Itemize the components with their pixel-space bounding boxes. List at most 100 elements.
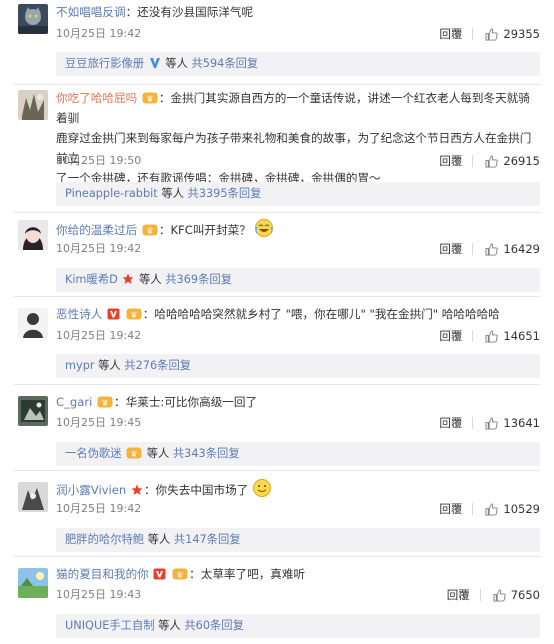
verified-v-icon (149, 57, 161, 69)
comment-text: 你吃了哈哈屁吗 ♛ ：金拱门其实源自西方的一个童话传说，讲述一个红衣老人每到冬天就… (56, 88, 540, 188)
divider (14, 556, 540, 557)
reply-count-link[interactable]: 共60条回复 (184, 619, 244, 632)
reply-summary: Pineapple-rabbit 等人 共3395条回复 (56, 182, 540, 206)
like-button[interactable]: 29355 (485, 25, 540, 43)
reply-summary: 一名伪歌迷 ♛ 等人 共343条回复 (56, 442, 540, 466)
reply-button[interactable]: 回覆 (439, 414, 462, 432)
comment-item: 润小露Vivien ：你失去中国市场了 10月25日 19:42 回覆 1052… (0, 472, 554, 554)
avatar[interactable] (18, 568, 48, 598)
comment-item: C_gari ♛ ：华莱士:可比你高级一回了 10月25日 19:45 回覆 13… (0, 386, 554, 468)
reply-button[interactable]: 回覆 (439, 152, 462, 170)
avatar[interactable] (18, 396, 48, 426)
username-link[interactable]: 不如唱唱反调 (56, 5, 126, 19)
reply-mid-text: 等人 (154, 619, 185, 632)
reply-count-link[interactable]: 共369条回复 (165, 273, 232, 286)
username-link[interactable]: 你给的温柔过后 (56, 223, 137, 237)
reply-button[interactable]: 回覆 (447, 586, 470, 604)
reply-mid-text: 等人 (161, 57, 192, 70)
divider (472, 417, 474, 429)
reply-username[interactable]: 一名伪歌迷 (65, 447, 122, 460)
comment-actions: 回覆 10529 (439, 500, 540, 518)
comment-content: ：还没有沙县国际洋气呢 (125, 5, 254, 19)
divider (479, 589, 481, 601)
reply-count-link[interactable]: 共343条回复 (173, 447, 240, 460)
divider (14, 470, 540, 471)
like-button[interactable]: 26915 (485, 152, 540, 170)
like-count: 7650 (510, 588, 540, 602)
like-count: 16429 (503, 242, 540, 256)
comment-actions: 回覆 7650 (447, 586, 540, 604)
reply-username[interactable]: 肥胖的哈尔特鲍 (65, 533, 144, 546)
like-button[interactable]: 7650 (493, 586, 540, 604)
avatar[interactable] (18, 482, 48, 512)
reply-username[interactable]: mypr (65, 359, 95, 372)
comment-content: ：KFC叫开封菜？ (158, 223, 251, 237)
like-button[interactable]: 10529 (485, 500, 540, 518)
like-count: 29355 (503, 27, 540, 41)
svg-text:♛: ♛ (146, 227, 153, 236)
comment-text: C_gari ♛ ：华莱士:可比你高级一回了 (56, 392, 540, 412)
svg-text:♛: ♛ (146, 95, 153, 104)
reply-count-link[interactable]: 共147条回复 (174, 533, 241, 546)
reply-summary: 肥胖的哈尔特鲍 等人 共147条回复 (56, 528, 540, 552)
comment-meta: 10月25日 19:45 回覆 13641 (56, 414, 540, 432)
like-count: 26915 (503, 154, 540, 168)
comment-meta: 10月25日 19:42 回覆 29355 (56, 25, 540, 43)
timestamp: 10月25日 19:43 (56, 588, 142, 601)
divider (472, 330, 474, 342)
reply-summary: UNIQUE手工自制 等人 共60条回复 (56, 614, 540, 638)
comment-content: ：你失去中国市场了 (143, 483, 249, 497)
timestamp: 10月25日 19:45 (56, 416, 142, 429)
like-button[interactable]: 14651 (485, 327, 540, 345)
vip-badge-icon: ♛ (97, 396, 113, 408)
svg-text:♛: ♛ (130, 311, 137, 320)
username-link[interactable]: 润小露Vivien (56, 483, 126, 497)
reply-mid-text: 等人 (157, 187, 188, 200)
avatar[interactable] (18, 308, 48, 338)
comment-meta: 10月25日 19:50 回覆 26915 (56, 152, 540, 170)
reply-button[interactable]: 回覆 (439, 327, 462, 345)
comment-meta: 10月25日 19:43 回覆 7650 (56, 586, 540, 604)
reply-username[interactable]: 豆豆旅行影像册 (65, 57, 144, 70)
comment-text: 恶性诗人 ♛ ：哈哈哈哈哈突然就乡村了 "喂，你在哪儿" "我在金拱门" 哈哈哈哈… (56, 304, 540, 324)
vip-badge-icon: ♛ (126, 308, 142, 320)
like-count: 10529 (503, 502, 540, 516)
divider (472, 243, 474, 255)
reply-mid-text: 等人 (144, 533, 174, 546)
comment-item: 你吃了哈哈屁吗 ♛ ：金拱门其实源自西方的一个童话传说，讲述一个红衣老人每到冬天就… (0, 86, 554, 208)
divider (472, 155, 474, 167)
reply-count-link[interactable]: 共276条回复 (124, 359, 191, 372)
verified-v-badge-icon (153, 568, 166, 580)
comment-content: ：太草率了吧，真难听 (189, 567, 306, 581)
comment-meta: 10月25日 19:42 回覆 16429 (56, 240, 540, 258)
like-button[interactable]: 16429 (485, 240, 540, 258)
avatar[interactable] (18, 220, 48, 250)
star-badge-icon (122, 273, 134, 285)
reply-button[interactable]: 回覆 (439, 240, 462, 258)
comment-actions: 回覆 16429 (439, 240, 540, 258)
username-link[interactable]: 你吃了哈哈屁吗 (56, 91, 137, 105)
like-count: 14651 (503, 329, 540, 343)
timestamp: 10月25日 19:42 (56, 27, 142, 40)
star-badge-icon (131, 484, 143, 496)
reply-count-link[interactable]: 共3395条回复 (188, 187, 262, 200)
reply-button[interactable]: 回覆 (439, 500, 462, 518)
username-link[interactable]: 恶性诗人 (56, 307, 102, 321)
reply-username[interactable]: Kim暖希D (65, 273, 118, 286)
reply-username[interactable]: Pineapple-rabbit (65, 187, 158, 200)
reply-button[interactable]: 回覆 (439, 25, 462, 43)
reply-username[interactable]: UNIQUE手工自制 (65, 619, 155, 632)
comment-actions: 回覆 26915 (439, 152, 540, 170)
avatar[interactable] (18, 90, 48, 120)
username-link[interactable]: C_gari (56, 395, 92, 409)
like-button[interactable]: 13641 (485, 414, 540, 432)
svg-text:♛: ♛ (177, 571, 184, 580)
avatar[interactable] (18, 4, 48, 34)
comment-item: 恶性诗人 ♛ ：哈哈哈哈哈突然就乡村了 "喂，你在哪儿" "我在金拱门" 哈哈哈哈… (0, 298, 554, 380)
comment-actions: 回覆 13641 (439, 414, 540, 432)
comment-text: 猫的夏目和我的你 ♛ ：太草率了吧，真难听 (56, 564, 540, 584)
comment-text: 不如唱唱反调：还没有沙县国际洋气呢 (56, 2, 540, 22)
comment-meta: 10月25日 19:42 回覆 10529 (56, 500, 540, 518)
username-link[interactable]: 猫的夏目和我的你 (56, 567, 149, 581)
reply-count-link[interactable]: 共594条回复 (191, 57, 258, 70)
